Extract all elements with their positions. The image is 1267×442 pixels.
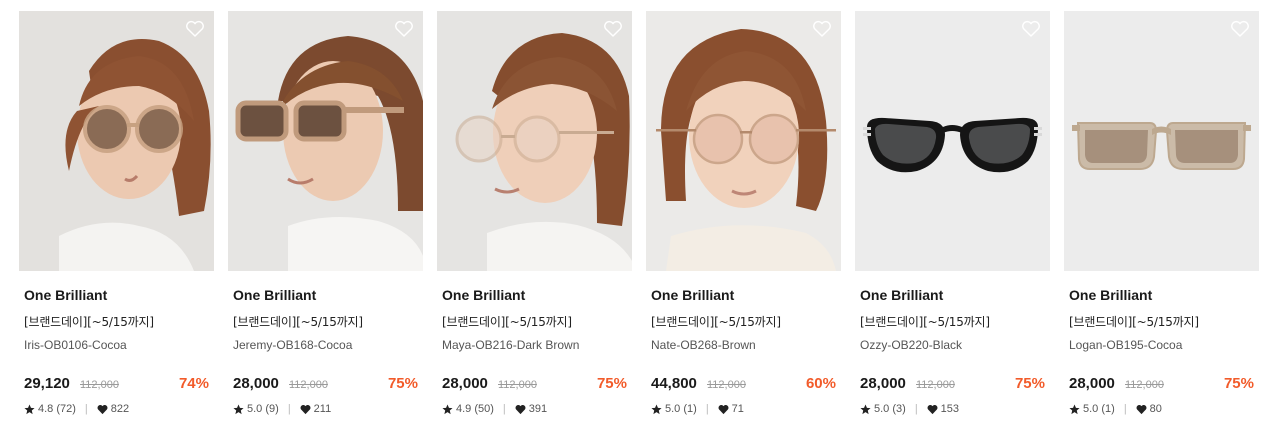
star-icon [1069, 404, 1080, 414]
star-icon [24, 404, 35, 414]
review-count: (1) [683, 403, 697, 415]
divider: | [1123, 403, 1127, 415]
product-image[interactable] [855, 11, 1050, 271]
rating-value: 5.0 [247, 403, 263, 415]
brand-name[interactable]: One Brilliant [860, 287, 943, 303]
original-price: 112,000 [1125, 379, 1164, 391]
product-meta: 5.0 (1) | 71 [651, 402, 744, 416]
sale-price: 29,120 [24, 375, 70, 392]
sale-price: 28,000 [860, 375, 906, 392]
promo-label: [브랜드데이][~5/15까지] [651, 315, 781, 329]
product-name[interactable]: Nate-OB268-Brown [651, 338, 756, 352]
like-count: 80 [1149, 403, 1162, 415]
star-icon [651, 404, 662, 414]
product-card[interactable]: One Brilliant [브랜드데이][~5/15까지] Nate-OB26… [646, 11, 841, 431]
star-icon [860, 404, 871, 414]
promo-label: [브랜드데이][~5/15까지] [860, 315, 990, 329]
like-count: 211 [313, 403, 332, 415]
rating-value: 5.0 [665, 403, 681, 415]
product-card[interactable]: One Brilliant [브랜드데이][~5/15까지] Logan-OB1… [1064, 11, 1259, 431]
product-name[interactable]: Ozzy-OB220-Black [860, 338, 962, 352]
original-price: 112,000 [707, 379, 746, 391]
product-name[interactable]: Jeremy-OB168-Cocoa [233, 338, 352, 352]
star-icon [233, 404, 244, 414]
sale-price: 28,000 [233, 375, 279, 392]
discount-rate: 75% [1014, 375, 1045, 392]
sale-price: 28,000 [1069, 375, 1115, 392]
discount-rate: 74% [178, 375, 209, 392]
promo-label: [브랜드데이][~5/15까지] [442, 315, 572, 329]
product-card[interactable]: One Brilliant [브랜드데이][~5/15까지] Ozzy-OB22… [855, 11, 1050, 431]
rating-value: 5.0 [1083, 403, 1099, 415]
brand-name[interactable]: One Brilliant [651, 287, 734, 303]
original-price: 112,000 [498, 379, 537, 391]
rating-value: 4.9 [456, 403, 472, 415]
original-price: 112,000 [289, 379, 328, 391]
brand-name[interactable]: One Brilliant [24, 287, 107, 303]
brand-name[interactable]: One Brilliant [1069, 287, 1152, 303]
discount-rate: 75% [1223, 375, 1254, 392]
product-image[interactable] [228, 11, 423, 271]
wishlist-heart-icon[interactable] [603, 20, 623, 38]
product-card[interactable]: One Brilliant [브랜드데이][~5/15까지] Jeremy-OB… [228, 11, 423, 431]
heart-filled-icon [1136, 404, 1147, 414]
review-count: (9) [265, 403, 279, 415]
divider: | [502, 403, 506, 415]
like-count: 391 [528, 403, 548, 415]
brand-name[interactable]: One Brilliant [233, 287, 316, 303]
product-name[interactable]: Logan-OB195-Cocoa [1069, 338, 1182, 352]
product-name[interactable]: Maya-OB216-Dark Brown [442, 338, 579, 352]
heart-filled-icon [300, 404, 311, 414]
wishlist-heart-icon[interactable] [1230, 20, 1250, 38]
product-meta: 4.9 (50) | 391 [442, 402, 547, 416]
divider: | [914, 403, 918, 415]
discount-rate: 75% [596, 375, 627, 392]
discount-rate: 75% [387, 375, 418, 392]
wishlist-heart-icon[interactable] [394, 20, 414, 38]
promo-label: [브랜드데이][~5/15까지] [233, 315, 363, 329]
sale-price: 28,000 [442, 375, 488, 392]
discount-rate: 60% [805, 375, 836, 392]
product-image[interactable] [437, 11, 632, 271]
brand-name[interactable]: One Brilliant [442, 287, 525, 303]
product-meta: 4.8 (72) | 822 [24, 402, 129, 416]
review-count: (1) [1101, 403, 1115, 415]
product-card[interactable]: One Brilliant [브랜드데이][~5/15까지] Maya-OB21… [437, 11, 632, 431]
star-icon [442, 404, 453, 414]
divider: | [84, 403, 88, 415]
original-price: 112,000 [916, 379, 955, 391]
product-meta: 5.0 (1) | 80 [1069, 402, 1162, 416]
review-count: (3) [892, 403, 906, 415]
product-grid: One Brilliant [브랜드데이][~5/15까지] Iris-OB01… [19, 11, 1259, 431]
product-image[interactable] [1064, 11, 1259, 271]
product-meta: 5.0 (9) | 211 [233, 402, 331, 416]
divider: | [705, 403, 709, 415]
heart-filled-icon [515, 404, 526, 414]
review-count: (50) [474, 403, 494, 415]
promo-label: [브랜드데이][~5/15까지] [1069, 315, 1199, 329]
product-meta: 5.0 (3) | 153 [860, 402, 959, 416]
product-card[interactable]: One Brilliant [브랜드데이][~5/15까지] Iris-OB01… [19, 11, 214, 431]
like-count: 822 [110, 403, 130, 415]
product-image[interactable] [19, 11, 214, 271]
heart-filled-icon [718, 404, 729, 414]
sale-price: 44,800 [651, 375, 697, 392]
heart-filled-icon [927, 404, 938, 414]
like-count: 71 [731, 403, 744, 415]
heart-filled-icon [97, 404, 108, 414]
product-name[interactable]: Iris-OB0106-Cocoa [24, 338, 127, 352]
review-count: (72) [56, 403, 76, 415]
rating-value: 4.8 [38, 403, 54, 415]
wishlist-heart-icon[interactable] [812, 20, 832, 38]
promo-label: [브랜드데이][~5/15까지] [24, 315, 154, 329]
wishlist-heart-icon[interactable] [1021, 20, 1041, 38]
product-image[interactable] [646, 11, 841, 271]
divider: | [287, 403, 291, 415]
original-price: 112,000 [80, 379, 119, 391]
wishlist-heart-icon[interactable] [185, 20, 205, 38]
like-count: 153 [940, 403, 960, 415]
rating-value: 5.0 [874, 403, 890, 415]
